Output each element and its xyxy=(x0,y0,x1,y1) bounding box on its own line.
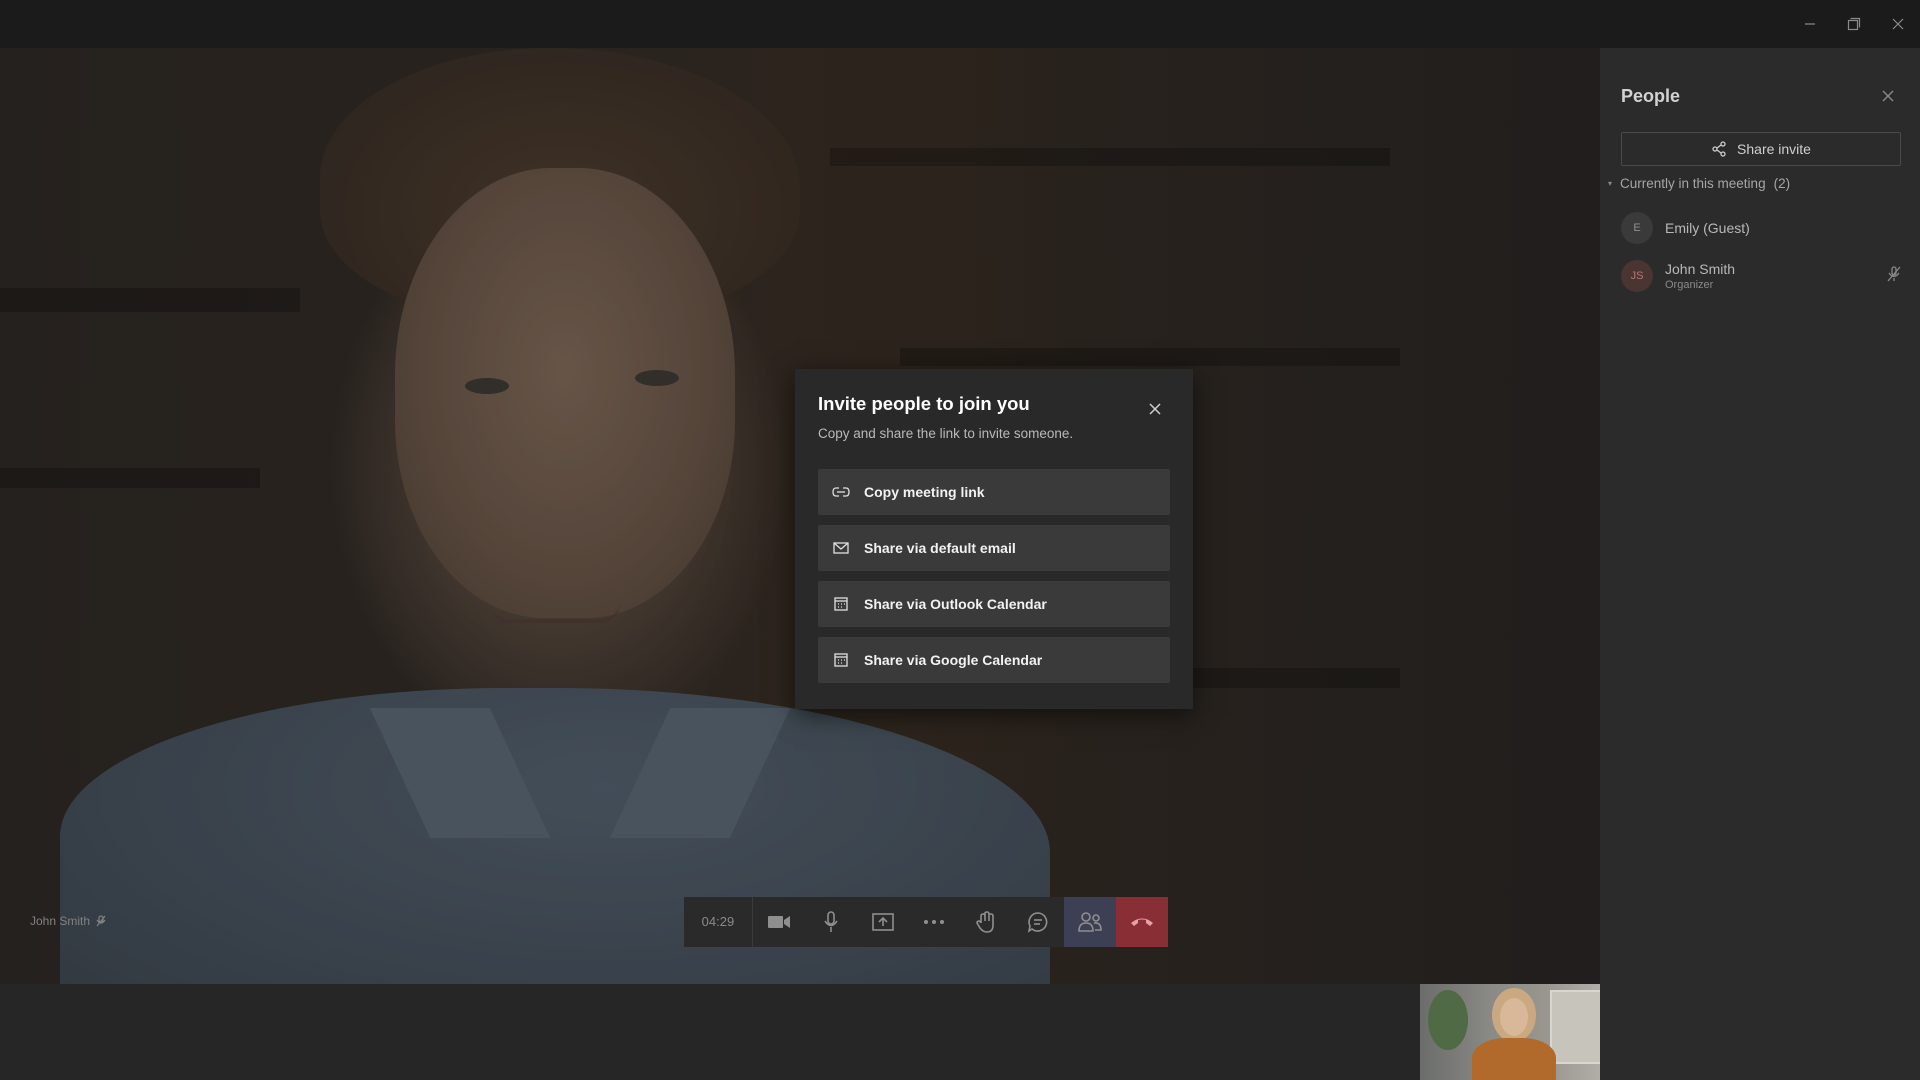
restore-icon xyxy=(1847,17,1861,31)
plant xyxy=(1428,990,1468,1050)
option-label: Copy meeting link xyxy=(864,484,985,500)
raise-hand-button[interactable] xyxy=(960,897,1012,947)
chat-button[interactable] xyxy=(1012,897,1064,947)
option-label: Share via default email xyxy=(864,540,1016,556)
dialog-subtitle: Copy and share the link to invite someon… xyxy=(818,426,1074,441)
option-label: Share via Outlook Calendar xyxy=(864,596,1047,612)
close-icon xyxy=(1149,403,1161,415)
call-controls-bar: 04:29 xyxy=(684,897,1168,947)
participant-role: Organizer xyxy=(1665,279,1714,291)
option-label: Share via Google Calendar xyxy=(864,652,1043,668)
share-invite-button[interactable]: Share invite xyxy=(1621,132,1901,166)
share-google-calendar-button[interactable]: Share via Google Calendar xyxy=(818,637,1170,683)
mail-icon xyxy=(833,542,849,554)
share-tray-icon xyxy=(871,913,894,931)
participant-name: Emily (Guest) xyxy=(1665,220,1750,236)
calendar-icon xyxy=(834,653,848,667)
invite-dialog: Invite people to join you Copy and share… xyxy=(795,369,1193,709)
panel-title: People xyxy=(1621,86,1681,106)
share-invite-label: Share invite xyxy=(1737,141,1811,157)
window-close-button[interactable] xyxy=(1878,10,1918,38)
share-screen-button[interactable] xyxy=(857,897,909,947)
title-bar xyxy=(0,0,1920,48)
more-actions-button[interactable] xyxy=(909,897,961,947)
call-timer: 04:29 xyxy=(684,897,753,947)
minimize-icon xyxy=(1805,23,1815,25)
share-default-email-button[interactable]: Share via default email xyxy=(818,525,1170,571)
calendar-icon xyxy=(834,597,848,611)
participant-row[interactable]: E Emily (Guest) xyxy=(1621,208,1901,248)
camera-button[interactable] xyxy=(753,897,805,947)
shelf xyxy=(1550,990,1600,1064)
dialog-title: Invite people to join you xyxy=(818,393,1030,414)
section-count: (2) xyxy=(1773,176,1791,191)
bottom-gallery-strip xyxy=(0,984,1600,1080)
mute-status xyxy=(1887,266,1901,287)
participant-name: John Smith xyxy=(1665,261,1736,277)
hand-icon xyxy=(976,911,995,933)
microphone-icon xyxy=(824,911,838,932)
close-icon xyxy=(1882,90,1894,102)
share-outlook-calendar-button[interactable]: Share via Outlook Calendar xyxy=(818,581,1170,627)
participants-section-header[interactable]: ▾ Currently in this meeting (2) xyxy=(1608,176,1790,191)
video-camera-icon xyxy=(767,916,790,928)
panel-close-button[interactable] xyxy=(1876,84,1900,108)
people-icon xyxy=(1078,912,1102,932)
mic-button[interactable] xyxy=(805,897,857,947)
participant-body xyxy=(1472,1038,1556,1080)
participant-row[interactable]: JS John Smith Organizer xyxy=(1621,256,1901,296)
chevron-down-icon: ▾ xyxy=(1608,179,1613,188)
ellipsis-icon xyxy=(924,920,945,924)
avatar: JS xyxy=(1621,260,1653,292)
people-button[interactable] xyxy=(1064,897,1117,947)
self-view-video[interactable] xyxy=(1420,984,1600,1080)
participant-face xyxy=(1500,998,1528,1036)
chat-bubble-icon xyxy=(1028,912,1048,933)
microphone-off-icon xyxy=(1887,266,1901,282)
link-icon xyxy=(832,487,850,497)
section-label: Currently in this meeting xyxy=(1620,176,1766,191)
share-icon xyxy=(1712,141,1726,157)
avatar: E xyxy=(1621,212,1653,244)
hang-up-button[interactable] xyxy=(1116,897,1168,947)
minimize-button[interactable] xyxy=(1790,10,1830,38)
phone-hangup-icon xyxy=(1131,918,1154,926)
copy-meeting-link-button[interactable]: Copy meeting link xyxy=(818,469,1170,515)
restore-button[interactable] xyxy=(1834,10,1874,38)
people-panel: People Share invite ▾ Currently in this … xyxy=(1600,48,1920,1080)
close-icon xyxy=(1892,18,1904,30)
dialog-close-button[interactable] xyxy=(1143,397,1167,421)
